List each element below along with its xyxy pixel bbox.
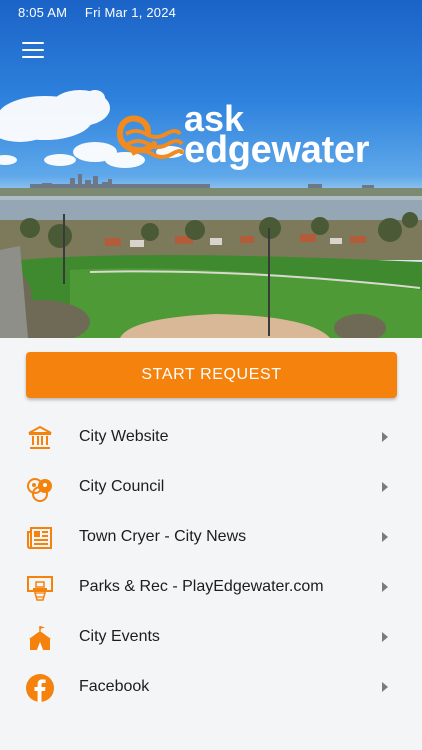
menu-item-city-events[interactable]: City Events [0, 612, 422, 662]
hero-banner: 8:05 AM Fri Mar 1, 2024 ask edgewater [0, 0, 422, 338]
menu-item-facebook[interactable]: Facebook [0, 662, 422, 712]
chevron-right-icon [382, 632, 388, 642]
status-bar: 8:05 AM Fri Mar 1, 2024 [18, 5, 176, 20]
logo-line-2: edgewater [184, 129, 370, 171]
menu-item-label: Town Cryer - City News [79, 528, 247, 545]
menu-list: City Website City Council Town Cryer - C… [0, 412, 422, 712]
basketball-hoop-icon [27, 576, 53, 601]
menu-item-city-council[interactable]: City Council [0, 462, 422, 512]
menu-item-town-cryer[interactable]: Town Cryer - City News [0, 512, 422, 562]
menu-item-label: Parks & Rec - PlayEdgewater.com [79, 578, 324, 595]
hamburger-menu-icon[interactable] [22, 42, 44, 60]
menu-item-label: City Council [79, 478, 165, 495]
chevron-right-icon [382, 532, 388, 542]
status-time: 8:05 AM [18, 5, 68, 20]
ask-edgewater-logo: ask edgewater [114, 101, 384, 184]
menu-item-label: Facebook [79, 678, 150, 695]
circus-tent-icon [29, 626, 51, 650]
start-request-button[interactable]: START REQUEST [26, 352, 397, 398]
status-date: Fri Mar 1, 2024 [84, 5, 177, 20]
city-hall-icon [28, 425, 52, 449]
chevron-right-icon [382, 432, 388, 442]
menu-item-city-website[interactable]: City Website [0, 412, 422, 462]
menu-item-parks-rec[interactable]: Parks & Rec - PlayEdgewater.com [0, 562, 422, 612]
facebook-icon [26, 674, 54, 702]
council-people-icon [27, 478, 52, 502]
logo-wave-icon [117, 115, 184, 159]
newspaper-icon [27, 527, 52, 549]
chevron-right-icon [382, 582, 388, 592]
chevron-right-icon [382, 482, 388, 492]
menu-item-label: City Website [79, 428, 169, 445]
chevron-right-icon [382, 682, 388, 692]
menu-item-label: City Events [79, 628, 160, 645]
